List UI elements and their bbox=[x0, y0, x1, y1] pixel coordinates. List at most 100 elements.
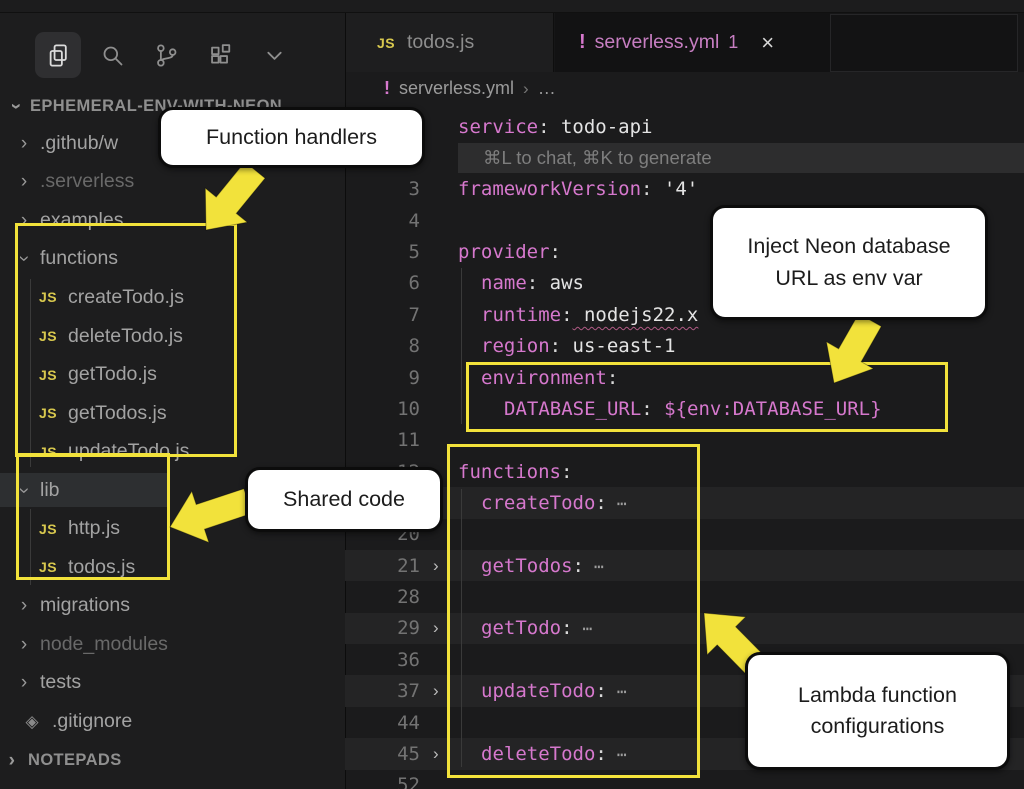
breadcrumb-file[interactable]: serverless.yml bbox=[399, 78, 514, 99]
source-control-icon[interactable] bbox=[143, 32, 189, 78]
yaml-colon: : bbox=[561, 461, 572, 483]
yaml-key: deleteTodo bbox=[481, 743, 595, 765]
chevron-collapsed-icon: › bbox=[16, 134, 32, 153]
line-number: 4 bbox=[345, 210, 420, 232]
tree-item-updatetodo-js[interactable]: JSupdateTodo.js bbox=[0, 432, 345, 471]
line-number: 10 bbox=[345, 398, 420, 420]
yaml-value: ${env:DATABASE_URL} bbox=[653, 398, 882, 420]
close-tab-icon[interactable]: × bbox=[761, 30, 774, 56]
line-number: 28 bbox=[345, 586, 420, 608]
item-label: tests bbox=[40, 671, 81, 694]
tree-item-examples[interactable]: ›examples bbox=[0, 201, 345, 240]
chevron-down-icon[interactable] bbox=[251, 32, 297, 78]
code-line-12[interactable]: 12functions: bbox=[345, 456, 1024, 487]
sidebar-section-notepads[interactable]: ›NOTEPADS bbox=[0, 741, 345, 780]
code-line-9[interactable]: 9environment: bbox=[345, 362, 1024, 393]
code-line-21[interactable]: 21›getTodos:⋯ bbox=[345, 550, 1024, 581]
folded-code-icon[interactable]: ⋯ bbox=[583, 619, 593, 638]
folded-code-icon[interactable]: ⋯ bbox=[617, 745, 627, 764]
tree-item--serverless[interactable]: ›.serverless bbox=[0, 163, 345, 202]
item-label: deleteTodo.js bbox=[68, 325, 183, 348]
code-line-20[interactable]: 20 bbox=[345, 519, 1024, 550]
js-file-icon: JS bbox=[36, 367, 60, 383]
item-label: NOTEPADS bbox=[28, 751, 122, 770]
breadcrumb-ellipsis[interactable]: … bbox=[538, 78, 556, 99]
tree-item-tests[interactable]: ›tests bbox=[0, 664, 345, 703]
extensions-icon[interactable] bbox=[197, 32, 243, 78]
tree-item-gettodos-js[interactable]: JS getTodos.js bbox=[0, 394, 345, 433]
js-file-icon: JS bbox=[36, 521, 60, 537]
code-line-11[interactable]: 11 bbox=[345, 425, 1024, 456]
callout-text: configurations bbox=[811, 711, 945, 742]
code-line-2[interactable]: 2⌘L to chat, ⌘K to generate bbox=[345, 142, 1024, 173]
code-line-8[interactable]: 8region: us-east-1 bbox=[345, 331, 1024, 362]
code-text: DATABASE_URL: ${env:DATABASE_URL} bbox=[504, 398, 882, 420]
code-line-52[interactable]: 52 bbox=[345, 770, 1024, 789]
tree-item-todos-js[interactable]: JStodos.js bbox=[0, 548, 345, 587]
ai-hint-bar: ⌘L to chat, ⌘K to generate bbox=[458, 143, 1024, 172]
yaml-key: functions bbox=[458, 461, 561, 483]
folded-code-icon[interactable]: ⋯ bbox=[594, 557, 604, 576]
yaml-colon: : bbox=[607, 367, 618, 389]
tree-item-deletetodo-js[interactable]: JSdeleteTodo.js bbox=[0, 317, 345, 356]
callout-function-handlers: Function handlers bbox=[158, 107, 425, 168]
tree-item--gitignore[interactable]: ◈.gitignore bbox=[0, 702, 345, 741]
js-file-icon: JS bbox=[36, 444, 60, 460]
tree-item-createtodo-js[interactable]: JScreateTodo.js bbox=[0, 278, 345, 317]
fold-chevron-icon[interactable]: › bbox=[433, 618, 439, 638]
js-file-icon: JS bbox=[36, 559, 60, 575]
tab-todos-js[interactable]: JS todos.js bbox=[346, 13, 554, 72]
indent-guide bbox=[461, 268, 462, 424]
code-text: provider: bbox=[458, 241, 561, 263]
fold-chevron-icon[interactable]: › bbox=[433, 681, 439, 701]
code-line-10[interactable]: 10 DATABASE_URL: ${env:DATABASE_URL} bbox=[345, 393, 1024, 424]
code-text: deleteTodo:⋯ bbox=[481, 743, 626, 765]
item-label: getTodos.js bbox=[68, 402, 167, 425]
yaml-colon: : bbox=[538, 116, 549, 138]
chevron-expanded-icon: › bbox=[15, 482, 34, 498]
line-number: 44 bbox=[345, 712, 420, 734]
tree-item-migrations[interactable]: ›migrations bbox=[0, 587, 345, 626]
js-file-icon: JS bbox=[36, 405, 60, 421]
yaml-key: frameworkVersion bbox=[458, 178, 641, 200]
line-number: 52 bbox=[345, 774, 420, 789]
tree-item-gettodo-js[interactable]: JS getTodo.js bbox=[0, 355, 345, 394]
title-bar bbox=[0, 0, 1024, 13]
code-line-29[interactable]: 29›getTodo:⋯ bbox=[345, 613, 1024, 644]
tree-item-functions[interactable]: ›functions bbox=[0, 240, 345, 279]
callout-text: URL as env var bbox=[775, 263, 922, 294]
fold-chevron-icon[interactable]: › bbox=[433, 556, 439, 576]
line-number: 5 bbox=[345, 241, 420, 263]
ai-hint-text: ⌘L to chat, ⌘K to generate bbox=[458, 147, 712, 169]
code-text: functions: bbox=[458, 461, 572, 483]
item-label: getTodo.js bbox=[68, 363, 157, 386]
chevron-expanded-icon: › bbox=[7, 98, 26, 114]
yaml-file-icon: ! bbox=[579, 31, 586, 54]
item-label: examples bbox=[40, 209, 123, 232]
code-line-28[interactable]: 28 bbox=[345, 581, 1024, 612]
yaml-value: '4' bbox=[652, 178, 698, 200]
code-text: region: us-east-1 bbox=[481, 335, 675, 357]
tab-problems-badge: 1 bbox=[728, 32, 738, 53]
indent-guide bbox=[461, 489, 462, 767]
fold-chevron-icon[interactable]: › bbox=[433, 744, 439, 764]
folded-code-icon[interactable]: ⋯ bbox=[617, 682, 627, 701]
code-line-1[interactable]: 1service: todo-api bbox=[345, 111, 1024, 142]
code-text: runtime: nodejs22.x bbox=[481, 304, 698, 326]
code-text: environment: bbox=[481, 367, 618, 389]
tab-serverless-yml[interactable]: ! serverless.yml 1 × bbox=[555, 13, 830, 72]
search-icon[interactable] bbox=[89, 32, 135, 78]
tab-label: todos.js bbox=[407, 31, 474, 54]
explorer-icon[interactable] bbox=[35, 32, 81, 78]
breadcrumb[interactable]: ! serverless.yml › … bbox=[346, 72, 1024, 105]
yaml-value: nodejs22.x bbox=[573, 304, 699, 326]
code-line-13[interactable]: 13createTodo:⋯ bbox=[345, 487, 1024, 518]
yaml-key: region bbox=[481, 335, 550, 357]
tree-item-node-modules[interactable]: ›node_modules bbox=[0, 625, 345, 664]
sidebar-section-outline[interactable]: ›OUTLINE bbox=[0, 779, 345, 789]
code-line-3[interactable]: 3frameworkVersion: '4' bbox=[345, 174, 1024, 205]
folded-code-icon[interactable]: ⋯ bbox=[617, 494, 627, 513]
line-number: 29 bbox=[345, 617, 420, 639]
yaml-colon: : bbox=[561, 617, 572, 639]
callout-lambda-configs: Lambda function configurations bbox=[745, 652, 1010, 770]
